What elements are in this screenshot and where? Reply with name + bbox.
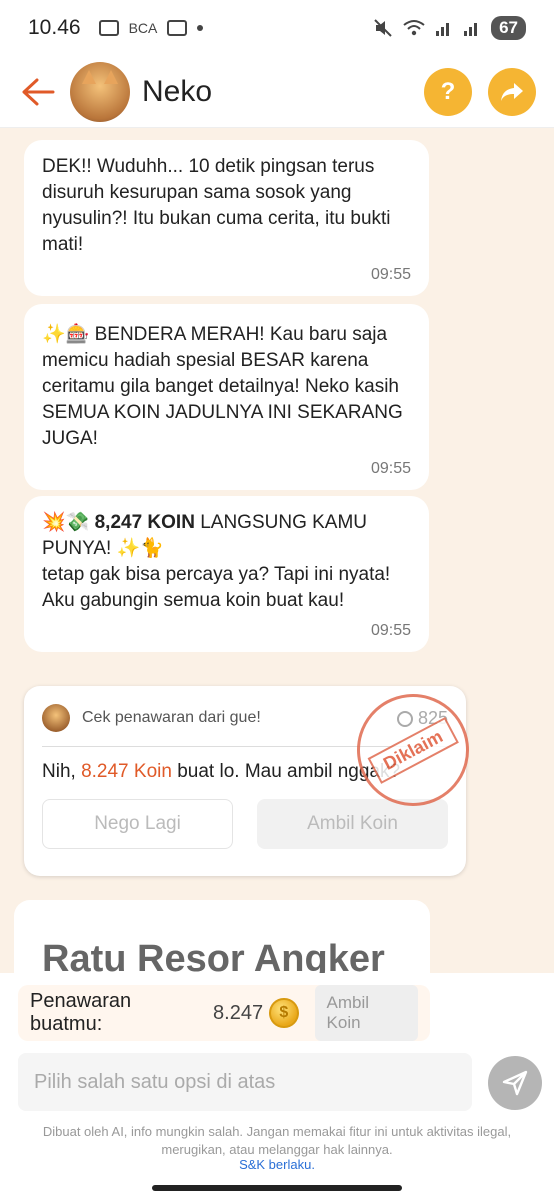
offer-highlight: 8.247 Koin (81, 761, 172, 782)
message-text-line2: tetap gak bisa percaya ya? Tapi ini nyat… (42, 564, 395, 611)
signal-icon (436, 23, 450, 36)
offer-card: Cek penawaran dari gue! 825 Nih, 8.247 K… (24, 674, 489, 876)
message-text: DEK!! Wuduhh... 10 detik pingsan terus d… (42, 156, 396, 255)
chat-header: Neko ? (0, 56, 554, 128)
bot-name: Neko (142, 74, 213, 108)
message-bubble: DEK!! Wuduhh... 10 detik pingsan terus d… (24, 140, 429, 296)
coin-icon: $ (269, 998, 299, 1028)
message-time: 09:55 (370, 266, 411, 283)
offer-text-before: Nih, (42, 761, 82, 782)
message-emoji: 💥💸 (42, 512, 90, 533)
battery-icon: 67 (491, 16, 526, 40)
coin-amount-bold: 8,247 KOIN (94, 512, 195, 533)
message-text-part: LANGSUNG KAMU PUNYA! ✨🐈 (42, 512, 373, 559)
share-icon (501, 83, 523, 101)
message-time: 09:55 (370, 622, 411, 639)
terms-link[interactable]: S&K berlaku. (0, 1157, 554, 1172)
send-button[interactable] (488, 1056, 542, 1110)
wifi-icon (403, 20, 425, 36)
bottom-panel: Penawaran buatmu: 8.247 $ Ambil Koin Dib… (0, 973, 554, 1200)
input-row (18, 1053, 472, 1111)
back-arrow-icon[interactable] (18, 72, 58, 112)
message-bubble: 💥💸 8,247 KOIN LANGSUNG KAMU PUNYA! ✨🐈 te… (24, 496, 429, 652)
status-bar: 10.46 BCA 67 (0, 0, 554, 56)
avatar (42, 704, 70, 732)
story-title: Ratu Resor Angker (42, 938, 385, 973)
message-input[interactable] (34, 1070, 456, 1094)
message-text: 💥💸 8,247 KOIN LANGSUNG KAMU PUNYA! ✨🐈 (42, 510, 411, 562)
mute-icon (374, 19, 392, 37)
ai-disclaimer: Dibuat oleh AI, info mungkin salah. Jang… (42, 1124, 512, 1157)
card-icon (167, 20, 188, 36)
carrier-badge: BCA (128, 20, 158, 36)
offer-value: 8.247 (213, 1001, 264, 1024)
status-system-icons: 67 (373, 16, 526, 40)
offer-buttons: Nego Lagi Ambil Koin (42, 799, 448, 849)
status-notification-icons: BCA (98, 20, 204, 36)
help-icon: ? (440, 78, 456, 105)
nego-lagi-button[interactable]: Nego Lagi (42, 799, 233, 849)
status-time: 10.46 (28, 16, 81, 39)
stamp-label: Diklaim (367, 716, 459, 784)
message-text: ✨🎰 BENDERA MERAH! Kau baru saja memicu h… (42, 324, 409, 449)
story-title-card: Ratu Resor Angker (14, 900, 430, 973)
chat-area[interactable]: DEK!! Wuduhh... 10 detik pingsan terus d… (0, 128, 554, 973)
help-button[interactable]: ? (424, 68, 472, 116)
offer-bar: Penawaran buatmu: 8.247 $ Ambil Koin (18, 985, 430, 1041)
signal-2-icon (464, 23, 478, 36)
send-icon (502, 1070, 528, 1096)
offer-label: Penawaran buatmu: (30, 990, 132, 1035)
offer-header-text: Cek penawaran dari gue! (82, 709, 261, 726)
message-time: 09:55 (370, 460, 411, 477)
ambil-koin-bottom-button[interactable]: Ambil Koin (314, 985, 418, 1041)
ambil-koin-button[interactable]: Ambil Koin (257, 799, 448, 849)
avatar[interactable] (70, 61, 130, 122)
home-indicator[interactable] (152, 1185, 402, 1191)
dot-icon (197, 25, 204, 31)
share-button[interactable] (488, 68, 536, 116)
message-bubble: ✨🎰 BENDERA MERAH! Kau baru saja memicu h… (24, 304, 429, 490)
screenshot-icon (98, 20, 119, 36)
